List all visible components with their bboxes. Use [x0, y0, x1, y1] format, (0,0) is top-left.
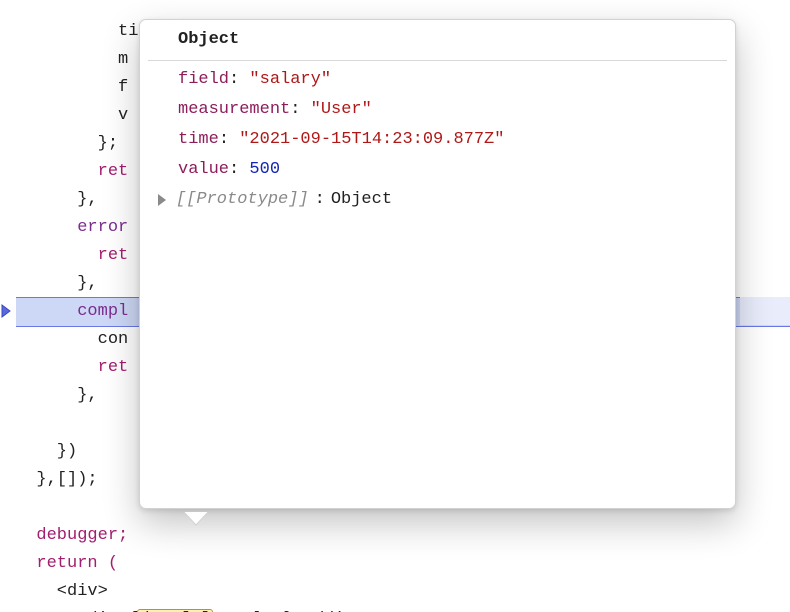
tooltip-tail-icon: [184, 509, 208, 523]
code-line: },: [16, 274, 98, 293]
tooltip-separator: [148, 60, 727, 61]
code-line: f: [16, 78, 128, 97]
code-line: con: [16, 330, 128, 349]
code-line: ret: [16, 246, 128, 265]
code-line: return (: [16, 554, 118, 573]
property-name: field: [178, 66, 229, 94]
code-line: v: [16, 106, 128, 125]
code-line: },: [16, 386, 98, 405]
property-value: "2021-09-15T14:23:09.877Z": [239, 126, 504, 154]
property-value: "User": [311, 96, 372, 124]
property-row[interactable]: value: 500: [148, 155, 727, 185]
code-line: compl: [16, 302, 128, 321]
property-name: value: [178, 156, 229, 184]
code-line: error: [16, 218, 128, 237]
property-row[interactable]: time: "2021-09-15T14:23:09.877Z": [148, 125, 727, 155]
property-value: "salary": [249, 66, 331, 94]
code-line: }): [16, 442, 77, 461]
property-name: measurement: [178, 96, 290, 124]
code-line: },[]);: [16, 470, 98, 489]
execution-pointer-icon: [0, 297, 14, 325]
code-line: };: [16, 134, 118, 153]
property-row[interactable]: measurement: "User": [148, 95, 727, 125]
code-line: ret: [16, 358, 128, 377]
tooltip-title: Object: [140, 20, 735, 58]
code-line: debugger;: [16, 526, 128, 545]
prototype-key: [[Prototype]]: [176, 186, 309, 214]
property-value: 500: [249, 156, 280, 184]
property-row[interactable]: field: "salary": [148, 65, 727, 95]
prototype-row[interactable]: [[Prototype]]: Object: [148, 185, 727, 215]
tooltip-body: field: "salary" measurement: "User" time…: [140, 65, 735, 215]
value-tooltip[interactable]: Object field: "salary" measurement: "Use…: [139, 19, 736, 509]
expand-triangle-icon[interactable]: [158, 194, 166, 206]
code-line: m: [16, 50, 128, 69]
code-line: },: [16, 190, 98, 209]
code-line: <div>: [16, 582, 108, 601]
code-line: ret: [16, 162, 128, 181]
prototype-value: Object: [331, 186, 392, 214]
property-name: time: [178, 126, 219, 154]
